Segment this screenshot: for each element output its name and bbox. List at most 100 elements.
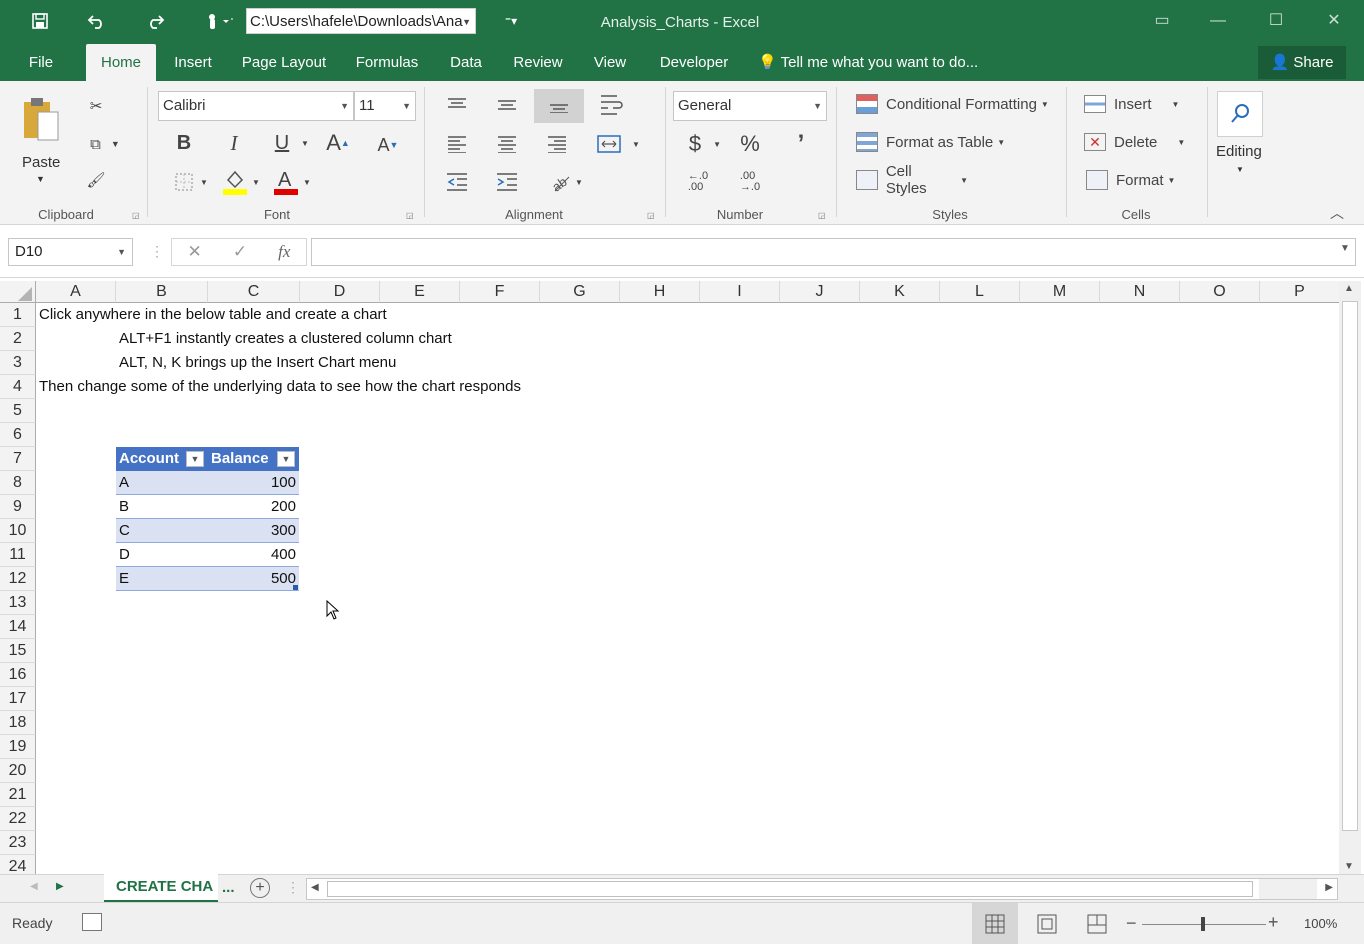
table-cell-balance[interactable]: 200 bbox=[208, 495, 299, 519]
cell-b3[interactable]: ALT, N, K brings up the Insert Chart men… bbox=[119, 351, 396, 375]
percent-button[interactable]: % bbox=[734, 129, 766, 159]
cancel-icon[interactable]: ✕ bbox=[188, 242, 202, 262]
wrap-text-icon[interactable] bbox=[594, 89, 628, 119]
table-header-account[interactable]: Account ▼ bbox=[116, 447, 208, 471]
undo-icon[interactable] bbox=[82, 8, 112, 34]
column-header-p[interactable]: P bbox=[1260, 281, 1340, 303]
number-format-combo[interactable]: General ▼ bbox=[673, 91, 827, 121]
row-header-4[interactable]: 4 bbox=[0, 375, 36, 399]
filter-dropdown-icon[interactable]: ▼ bbox=[277, 451, 295, 467]
row-header-19[interactable]: 19 bbox=[0, 735, 36, 759]
format-as-table-button[interactable]: Format as Table ▼ bbox=[856, 129, 1006, 155]
scroll-sheets-right-icon[interactable]: ▶ bbox=[56, 881, 64, 892]
customize-toolbar-icon[interactable]: ⁼▾ bbox=[496, 8, 526, 34]
insert-function-icon[interactable]: fx bbox=[278, 242, 290, 262]
row-header-21[interactable]: 21 bbox=[0, 783, 36, 807]
column-header-l[interactable]: L bbox=[940, 281, 1020, 303]
save-icon[interactable] bbox=[25, 8, 55, 34]
normal-view-button[interactable] bbox=[972, 903, 1018, 944]
row-header-20[interactable]: 20 bbox=[0, 759, 36, 783]
column-header-k[interactable]: K bbox=[860, 281, 940, 303]
table-cell-balance[interactable]: 300 bbox=[208, 519, 299, 543]
more-sheets-button[interactable]: ... bbox=[222, 879, 235, 896]
enter-icon[interactable]: ✓ bbox=[233, 242, 247, 262]
vertical-scrollbar[interactable]: ▲ ▼ bbox=[1339, 281, 1361, 874]
underline-button[interactable]: U bbox=[268, 129, 296, 157]
page-break-preview-icon[interactable] bbox=[1086, 913, 1108, 935]
alignment-launcher-icon[interactable]: ◲ bbox=[647, 211, 655, 220]
column-header-b[interactable]: B bbox=[116, 281, 208, 303]
row-header-7[interactable]: 7 bbox=[0, 447, 36, 471]
tab-file[interactable]: File bbox=[18, 44, 64, 81]
column-header-j[interactable]: J bbox=[780, 281, 860, 303]
bottom-align-icon[interactable] bbox=[534, 89, 584, 123]
increase-font-size-icon[interactable]: A ▲ bbox=[324, 129, 352, 157]
insert-cells-button[interactable]: Insert ▼ bbox=[1084, 91, 1184, 117]
zoom-out-icon[interactable]: − bbox=[1126, 913, 1137, 934]
maximize-icon[interactable]: ☐ bbox=[1256, 8, 1296, 34]
tab-page-layout[interactable]: Page Layout bbox=[236, 44, 332, 81]
align-right-icon[interactable] bbox=[540, 129, 574, 159]
table-header-balance[interactable]: Balance ▼ bbox=[208, 447, 299, 471]
table-cell-balance[interactable]: 500 bbox=[208, 567, 299, 591]
tab-home[interactable]: Home bbox=[86, 44, 156, 81]
row-header-14[interactable]: 14 bbox=[0, 615, 36, 639]
macro-record-icon[interactable] bbox=[82, 913, 102, 931]
close-icon[interactable]: ✕ bbox=[1314, 8, 1354, 34]
middle-align-icon[interactable] bbox=[490, 89, 524, 119]
scroll-sheets-left-icon[interactable]: ◀ bbox=[30, 881, 38, 892]
cell-a1[interactable]: Click anywhere in the below table and cr… bbox=[39, 303, 387, 327]
tab-review[interactable]: Review bbox=[506, 44, 570, 81]
column-header-m[interactable]: M bbox=[1020, 281, 1100, 303]
row-header-18[interactable]: 18 bbox=[0, 711, 36, 735]
table-cell-account[interactable]: A bbox=[116, 471, 208, 495]
row-header-11[interactable]: 11 bbox=[0, 543, 36, 567]
table-cell-account[interactable]: B bbox=[116, 495, 208, 519]
format-cells-button[interactable]: Format ▼ bbox=[1086, 167, 1178, 193]
touch-mode-icon[interactable] bbox=[198, 8, 238, 34]
editing-button[interactable]: Editing bbox=[1216, 143, 1262, 160]
paste-icon[interactable] bbox=[14, 91, 66, 147]
font-launcher-icon[interactable]: ◲ bbox=[406, 211, 414, 220]
orientation-icon[interactable]: ab ▼ bbox=[544, 167, 588, 197]
cut-icon[interactable]: ✂ bbox=[82, 93, 110, 119]
table-cell-account[interactable]: E bbox=[116, 567, 208, 591]
page-layout-view-icon[interactable] bbox=[1036, 913, 1058, 935]
row-header-6[interactable]: 6 bbox=[0, 423, 36, 447]
column-header-a[interactable]: A bbox=[36, 281, 116, 303]
row-header-10[interactable]: 10 bbox=[0, 519, 36, 543]
increase-indent-icon[interactable] bbox=[490, 167, 524, 197]
row-header-17[interactable]: 17 bbox=[0, 687, 36, 711]
italic-button[interactable]: I bbox=[220, 129, 248, 157]
cell-b2[interactable]: ALT+F1 instantly creates a clustered col… bbox=[119, 327, 452, 351]
minimize-icon[interactable]: — bbox=[1198, 8, 1238, 34]
column-header-o[interactable]: O bbox=[1180, 281, 1260, 303]
horizontal-scrollbar[interactable]: ◀ ▶ bbox=[306, 878, 1338, 900]
tab-insert[interactable]: Insert bbox=[166, 44, 220, 81]
comma-style-button[interactable]: ’ bbox=[786, 129, 816, 159]
column-header-c[interactable]: C bbox=[208, 281, 300, 303]
column-header-h[interactable]: H bbox=[620, 281, 700, 303]
zoom-slider-thumb[interactable] bbox=[1201, 917, 1205, 931]
row-header-2[interactable]: 2 bbox=[0, 327, 36, 351]
tab-developer[interactable]: Developer bbox=[650, 44, 738, 81]
clipboard-launcher-icon[interactable]: ◲ bbox=[132, 211, 140, 220]
expand-formula-bar-icon[interactable]: ▼ bbox=[1340, 243, 1350, 254]
tab-formulas[interactable]: Formulas bbox=[348, 44, 426, 81]
formula-input[interactable] bbox=[311, 238, 1356, 266]
font-size-combo[interactable]: 11 ▼ bbox=[354, 91, 416, 121]
font-name-combo[interactable]: Calibri ▼ bbox=[158, 91, 354, 121]
column-header-g[interactable]: G bbox=[540, 281, 620, 303]
merge-center-icon[interactable]: ▼ bbox=[590, 129, 646, 159]
table-cell-account[interactable]: C bbox=[116, 519, 208, 543]
column-header-d[interactable]: D bbox=[300, 281, 380, 303]
row-header-1[interactable]: 1 bbox=[0, 303, 36, 327]
select-all-corner[interactable] bbox=[0, 281, 36, 303]
font-color-icon[interactable]: A ▼ bbox=[270, 167, 314, 197]
ribbon-display-options-icon[interactable]: ▭ bbox=[1142, 8, 1182, 34]
formula-bar-grip-icon[interactable]: ⋮ bbox=[150, 243, 164, 260]
delete-cells-button[interactable]: ✕ Delete ▼ bbox=[1084, 129, 1192, 155]
number-launcher-icon[interactable]: ◲ bbox=[818, 211, 826, 220]
increase-decimal-button[interactable]: ←.0.00 bbox=[680, 169, 716, 195]
table-cell-balance[interactable]: 400 bbox=[208, 543, 299, 567]
